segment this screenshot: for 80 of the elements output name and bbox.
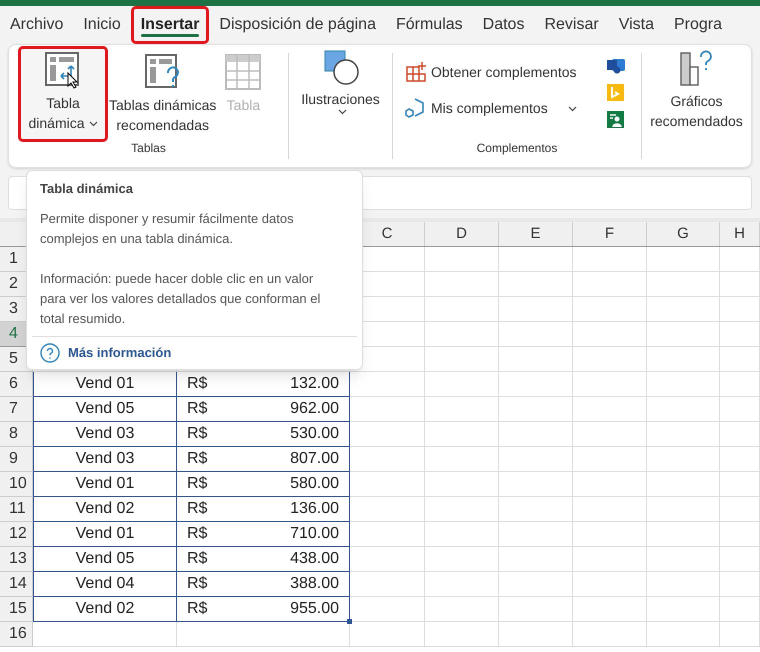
cell-value: 710.00 [290, 524, 339, 544]
currency-symbol: R$ [187, 574, 208, 594]
chevron-down-icon [338, 109, 347, 115]
pivot-table-question-icon [144, 53, 182, 91]
table-cell: Vend 02 [33, 597, 177, 622]
table-cell: Vend 04 [33, 572, 177, 597]
chevron-down-icon [88, 121, 98, 128]
table-icon [224, 53, 262, 91]
tooltip-text: Información: puede hacer doble clic en un valor para ver los valores detallados que conforman el total resumido. [40, 270, 322, 328]
cell-value: 807.00 [290, 449, 339, 469]
cell-value: 955.00 [290, 599, 339, 619]
currency-symbol: R$ [187, 449, 208, 469]
chevron-down-icon [568, 106, 577, 112]
column-header[interactable]: D [425, 222, 499, 246]
cell-value: 136.00 [290, 499, 339, 519]
add-ins-button[interactable]: Obtener complementos [405, 61, 577, 83]
column-header[interactable]: E [499, 222, 573, 246]
cell-value: 580.00 [290, 474, 339, 494]
cell-value: 388.00 [290, 574, 339, 594]
ribbon-tab[interactable]: Insertar [134, 9, 206, 41]
pivot-table-button[interactable]: Tablas dinámicas recomendadas [105, 53, 220, 135]
ribbon-tab[interactable]: Vista [618, 9, 654, 41]
bing-icon[interactable] [607, 84, 624, 101]
ribbon-tab[interactable]: Progra [674, 9, 722, 41]
table-cell: Vend 01 [33, 372, 177, 397]
ribbon-tab[interactable]: Datos [482, 9, 524, 41]
currency-symbol: R$ [187, 374, 208, 394]
currency-symbol: R$ [187, 599, 208, 619]
group-label: Tablas [130, 140, 167, 157]
table-cell: Vend 01 [33, 522, 177, 547]
visio-icon[interactable] [607, 57, 625, 74]
column-header[interactable]: G [647, 222, 720, 246]
row-header[interactable]: 14 [0, 572, 33, 597]
tooltip-title: Tabla dinámica [40, 180, 134, 198]
add-in-grid-icon [405, 61, 427, 83]
column-header[interactable]: F [573, 222, 647, 246]
cell-value: 962.00 [290, 399, 339, 419]
row-header[interactable]: 6 [0, 372, 33, 397]
cell-value: 530.00 [290, 424, 339, 444]
row-header[interactable]: 12 [0, 522, 33, 547]
pivot-table-button[interactable]: Tabla dinámica [21, 49, 105, 139]
table-cell: Vend 02 [33, 497, 177, 522]
cell-value: 438.00 [290, 549, 339, 569]
help-icon [40, 342, 60, 362]
column-header[interactable]: H [720, 222, 760, 246]
add-ins-button[interactable]: Mis complementos [405, 97, 577, 119]
row-header[interactable]: 10 [0, 472, 33, 497]
row-header[interactable]: 9 [0, 447, 33, 472]
ribbon-tab[interactable]: Revisar [544, 9, 599, 41]
ribbon-tab[interactable]: Archivo [10, 9, 64, 41]
currency-symbol: R$ [187, 549, 208, 569]
row-header[interactable]: 16 [0, 622, 33, 647]
more-info-link[interactable]: Más información [68, 342, 172, 362]
hexagon-icon [405, 97, 427, 119]
people-chart-icon[interactable] [607, 111, 624, 128]
tooltip-text: Permite disponer y resumir fácilmente datos complejos en una tabla dinámica. [40, 210, 295, 248]
table-cell: Vend 05 [33, 397, 177, 422]
row-header[interactable]: 11 [0, 497, 33, 522]
cell-value: 132.00 [290, 374, 339, 394]
table-cell: Vend 03 [33, 447, 177, 472]
currency-symbol: R$ [187, 524, 208, 544]
fill-handle[interactable] [347, 619, 352, 624]
ribbon-tab[interactable]: Inicio [83, 9, 121, 41]
row-header[interactable]: 15 [0, 597, 33, 622]
recommended-charts-button[interactable]: Gráficos recomendados [650, 49, 743, 131]
ribbon-tab[interactable]: Fórmulas [396, 9, 463, 41]
currency-symbol: R$ [187, 399, 208, 419]
illustrations-button[interactable]: Ilustraciones [301, 49, 380, 115]
table-cell: Vend 05 [33, 547, 177, 572]
row-header[interactable]: 8 [0, 422, 33, 447]
table-cell: Vend 01 [33, 472, 177, 497]
currency-symbol: R$ [187, 499, 208, 519]
table-cell: Vend 03 [33, 422, 177, 447]
currency-symbol: R$ [187, 474, 208, 494]
pivot-table-icon [44, 51, 82, 89]
ribbon-tab[interactable]: Disposición de página [219, 9, 376, 41]
currency-symbol: R$ [187, 424, 208, 444]
row-header[interactable]: 7 [0, 397, 33, 422]
group-label: Complementos [476, 140, 558, 157]
row-header[interactable]: 13 [0, 547, 33, 572]
